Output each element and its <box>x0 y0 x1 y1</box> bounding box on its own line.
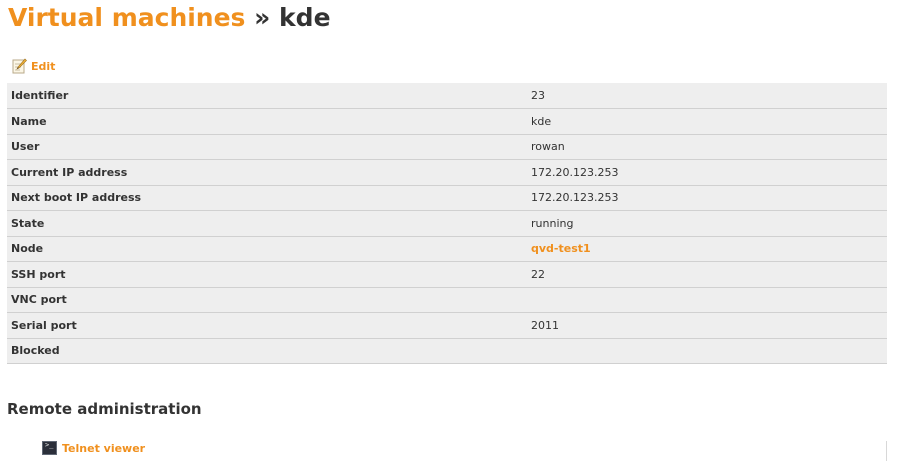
detail-row-next-boot-ip: Next boot IP address 172.20.123.253 <box>7 185 887 211</box>
detail-label: State <box>7 210 523 237</box>
detail-label: Identifier <box>7 83 523 109</box>
breadcrumb-current: kde <box>279 3 331 32</box>
detail-row-blocked: Blocked <box>7 338 887 364</box>
telnet-viewer-link[interactable]: Telnet viewer <box>62 442 145 455</box>
detail-value: kde <box>523 108 887 135</box>
detail-value: rowan <box>523 134 887 160</box>
detail-label: Blocked <box>7 338 523 364</box>
detail-row-state: State running <box>7 210 887 237</box>
detail-row-serial-port: Serial port 2011 <box>7 312 887 339</box>
divider <box>886 441 887 461</box>
node-link[interactable]: qvd-test1 <box>531 242 591 255</box>
detail-row-name: Name kde <box>7 108 887 135</box>
pencil-paper-icon <box>12 58 27 74</box>
detail-label: Name <box>7 108 523 135</box>
detail-row-identifier: Identifier 23 <box>7 83 887 109</box>
detail-value: running <box>523 210 887 237</box>
detail-label: Current IP address <box>7 159 523 186</box>
detail-value: 172.20.123.253 <box>523 185 887 211</box>
detail-value: 172.20.123.253 <box>523 159 887 186</box>
detail-row-ssh-port: SSH port 22 <box>7 261 887 288</box>
detail-label: VNC port <box>7 287 523 313</box>
vm-details-table: Identifier 23 Name kde User rowan Curren… <box>7 83 887 364</box>
detail-value <box>523 287 887 313</box>
detail-value <box>523 338 887 364</box>
detail-label: Next boot IP address <box>7 185 523 211</box>
terminal-icon <box>42 441 57 455</box>
breadcrumb-separator: » <box>254 3 271 32</box>
detail-value: 23 <box>523 83 887 109</box>
detail-row-node: Node qvd-test1 <box>7 236 887 262</box>
remote-administration-heading: Remote administration <box>7 400 202 418</box>
detail-value: 2011 <box>523 312 887 339</box>
detail-row-vnc-port: VNC port <box>7 287 887 313</box>
detail-row-user: User rowan <box>7 134 887 160</box>
breadcrumb-virtual-machines-link[interactable]: Virtual machines <box>8 3 245 32</box>
detail-value: 22 <box>523 261 887 288</box>
page-title: Virtual machines » kde <box>8 2 331 34</box>
telnet-viewer-item: Telnet viewer <box>42 441 145 455</box>
detail-label: SSH port <box>7 261 523 288</box>
detail-row-current-ip: Current IP address 172.20.123.253 <box>7 159 887 186</box>
edit-button[interactable]: Edit <box>12 58 55 74</box>
detail-value: qvd-test1 <box>523 236 887 262</box>
detail-label: User <box>7 134 523 160</box>
edit-label: Edit <box>31 59 56 73</box>
detail-label: Serial port <box>7 312 523 339</box>
detail-label: Node <box>7 236 523 262</box>
